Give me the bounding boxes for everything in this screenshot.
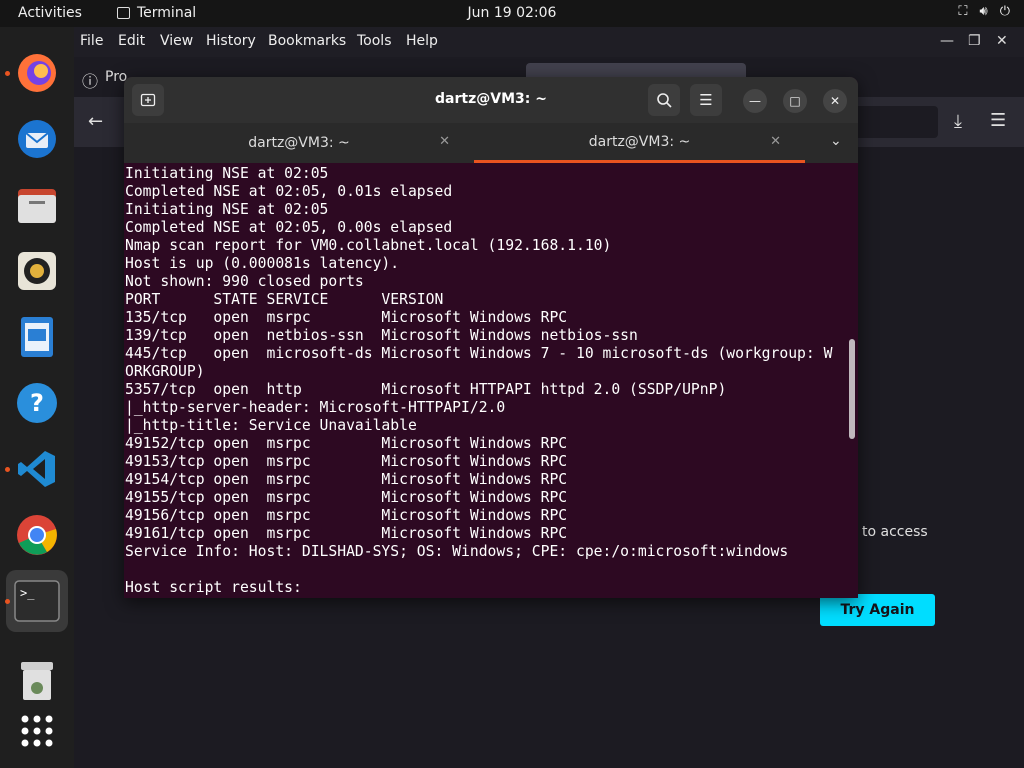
terminal-tab-2[interactable]: dartz@VM3: ~ ✕	[474, 123, 805, 163]
terminal-line: 135/tcp open msrpc Microsoft Windows RPC	[125, 309, 568, 326]
dock-files[interactable]	[13, 181, 61, 229]
close-icon: ✕	[829, 94, 841, 108]
maximize-button[interactable]: □	[783, 89, 807, 113]
tab-close-icon[interactable]: ✕	[770, 134, 781, 149]
terminal-line: Host is up (0.000081s latency).	[125, 255, 400, 272]
running-indicator	[5, 599, 10, 604]
search-button[interactable]	[648, 84, 680, 116]
terminal-line: Completed NSE at 02:05, 0.01s elapsed	[125, 183, 453, 200]
minimize-icon: —	[749, 94, 761, 108]
terminal-line: 5357/tcp open http Microsoft HTTPAPI htt…	[125, 381, 727, 398]
system-tray[interactable]: ⛶ 🔊︎ ⏻	[958, 4, 1010, 19]
terminal-output[interactable]: Initiating NSE at 02:05 Completed NSE at …	[125, 165, 845, 598]
dock-firefox[interactable]	[13, 49, 61, 97]
dock-trash[interactable]	[13, 657, 61, 705]
rhythmbox-icon	[18, 252, 56, 290]
maximize-icon: □	[789, 94, 801, 108]
menu-view[interactable]: View	[160, 33, 193, 49]
svg-text:>_: >_	[20, 586, 35, 600]
help-icon: ?	[17, 383, 57, 423]
running-indicator	[5, 71, 10, 76]
error-message-text: to access	[862, 524, 928, 540]
terminal-line: Service Info: Host: DILSHAD-SYS; OS: Win…	[125, 543, 789, 560]
close-icon[interactable]: ✕	[996, 33, 1008, 49]
volume-icon: 🔊︎	[979, 4, 988, 19]
menu-tools[interactable]: Tools	[357, 33, 392, 49]
menu-bookmarks[interactable]: Bookmarks	[268, 33, 346, 49]
terminal-line: 49152/tcp open msrpc Microsoft Windows R…	[125, 435, 568, 452]
terminal-line: 445/tcp open microsoft-ds Microsoft Wind…	[125, 345, 833, 362]
hamburger-icon: ☰	[699, 91, 713, 109]
terminal-header: dartz@VM3: ~ ☰ — □ ✕	[124, 77, 858, 123]
minimize-button[interactable]: —	[743, 89, 767, 113]
dock-help[interactable]: ?	[13, 379, 61, 427]
terminal-text: Initiating NSE at 02:05 Completed NSE at …	[125, 165, 845, 597]
clock[interactable]: Jun 19 02:06	[0, 5, 1024, 21]
apps-grid-icon	[21, 715, 53, 747]
terminal-line: Initiating NSE at 02:05	[125, 165, 329, 182]
terminal-line: Nmap scan report for VM0.collabnet.local…	[125, 237, 612, 254]
running-indicator	[5, 467, 10, 472]
power-icon: ⏻	[999, 4, 1010, 19]
chrome-icon	[17, 515, 57, 555]
info-icon: ⓘ	[82, 72, 99, 91]
terminal-line: 139/tcp open netbios-ssn Microsoft Windo…	[125, 327, 638, 344]
close-button[interactable]: ✕	[823, 89, 847, 113]
vscode-icon	[18, 451, 55, 487]
terminal-line: Completed NSE at 02:05, 0.00s elapsed	[125, 219, 453, 236]
svg-text:?: ?	[30, 389, 44, 417]
thunderbird-icon	[18, 120, 56, 158]
dock-show-apps[interactable]	[13, 707, 61, 755]
menu-bar: File Edit View History Bookmarks Tools H…	[74, 27, 1024, 57]
dock-writer[interactable]	[13, 313, 61, 361]
tab-label: dartz@VM3: ~	[248, 135, 350, 151]
firefox-icon	[18, 54, 56, 92]
menu-help[interactable]: Help	[406, 33, 438, 49]
dock-rhythmbox[interactable]	[13, 247, 61, 295]
hamburger-menu-button[interactable]: ☰	[690, 84, 722, 116]
writer-icon	[21, 317, 53, 357]
back-icon[interactable]: ←	[88, 111, 103, 132]
terminal-line: 49154/tcp open msrpc Microsoft Windows R…	[125, 471, 568, 488]
terminal-tabs: dartz@VM3: ~ ✕ dartz@VM3: ~ ✕ ⌄	[124, 123, 858, 163]
terminal-line: 49161/tcp open msrpc Microsoft Windows R…	[125, 525, 568, 542]
terminal-line: |_http-title: Service Unavailable	[125, 417, 417, 434]
tab-label: dartz@VM3: ~	[588, 133, 691, 150]
terminal-line: |_http-server-header: Microsoft-HTTPAPI/…	[125, 399, 506, 416]
terminal-line: Host script results:	[125, 579, 302, 596]
terminal-tab-1[interactable]: dartz@VM3: ~ ✕	[124, 123, 474, 163]
dock: ? >_	[0, 27, 74, 768]
dock-chrome[interactable]	[13, 511, 61, 559]
restore-icon[interactable]: ❐	[968, 33, 981, 49]
terminal-icon: >_	[14, 580, 60, 622]
dock-vscode[interactable]	[13, 445, 61, 493]
scrollbar[interactable]	[849, 339, 855, 439]
menu-file[interactable]: File	[80, 33, 103, 49]
tab-close-icon[interactable]: ✕	[439, 134, 450, 149]
terminal-line: Initiating NSE at 02:05	[125, 201, 329, 218]
menu-icon[interactable]: ☰	[990, 110, 1006, 131]
tab-overflow-chevron-icon[interactable]: ⌄	[830, 133, 842, 149]
menu-history[interactable]: History	[206, 33, 256, 49]
terminal-line: 49156/tcp open msrpc Microsoft Windows R…	[125, 507, 568, 524]
files-icon	[18, 189, 56, 223]
dock-terminal[interactable]: >_	[13, 577, 61, 625]
terminal-line: 49155/tcp open msrpc Microsoft Windows R…	[125, 489, 568, 506]
try-again-button[interactable]: Try Again	[820, 594, 935, 626]
top-bar: Activities Terminal Jun 19 02:06 ⛶ 🔊︎ ⏻	[0, 0, 1024, 27]
terminal-line: Not shown: 990 closed ports	[125, 273, 364, 290]
network-icon: ⛶	[958, 4, 968, 19]
menu-edit[interactable]: Edit	[118, 33, 145, 49]
terminal-line: PORT STATE SERVICE VERSION	[125, 291, 444, 308]
terminal-line: 49153/tcp open msrpc Microsoft Windows R…	[125, 453, 568, 470]
trash-icon	[21, 662, 53, 700]
terminal-line: ORKGROUP)	[125, 363, 205, 380]
minimize-icon[interactable]: —	[940, 33, 954, 49]
dock-thunderbird[interactable]	[13, 115, 61, 163]
search-icon	[657, 93, 672, 108]
url-bar[interactable]	[854, 106, 938, 138]
download-icon[interactable]: ⤓	[954, 111, 962, 132]
terminal-window: dartz@VM3: ~ ☰ — □ ✕ dartz@VM3: ~ ✕ dart…	[124, 77, 858, 598]
